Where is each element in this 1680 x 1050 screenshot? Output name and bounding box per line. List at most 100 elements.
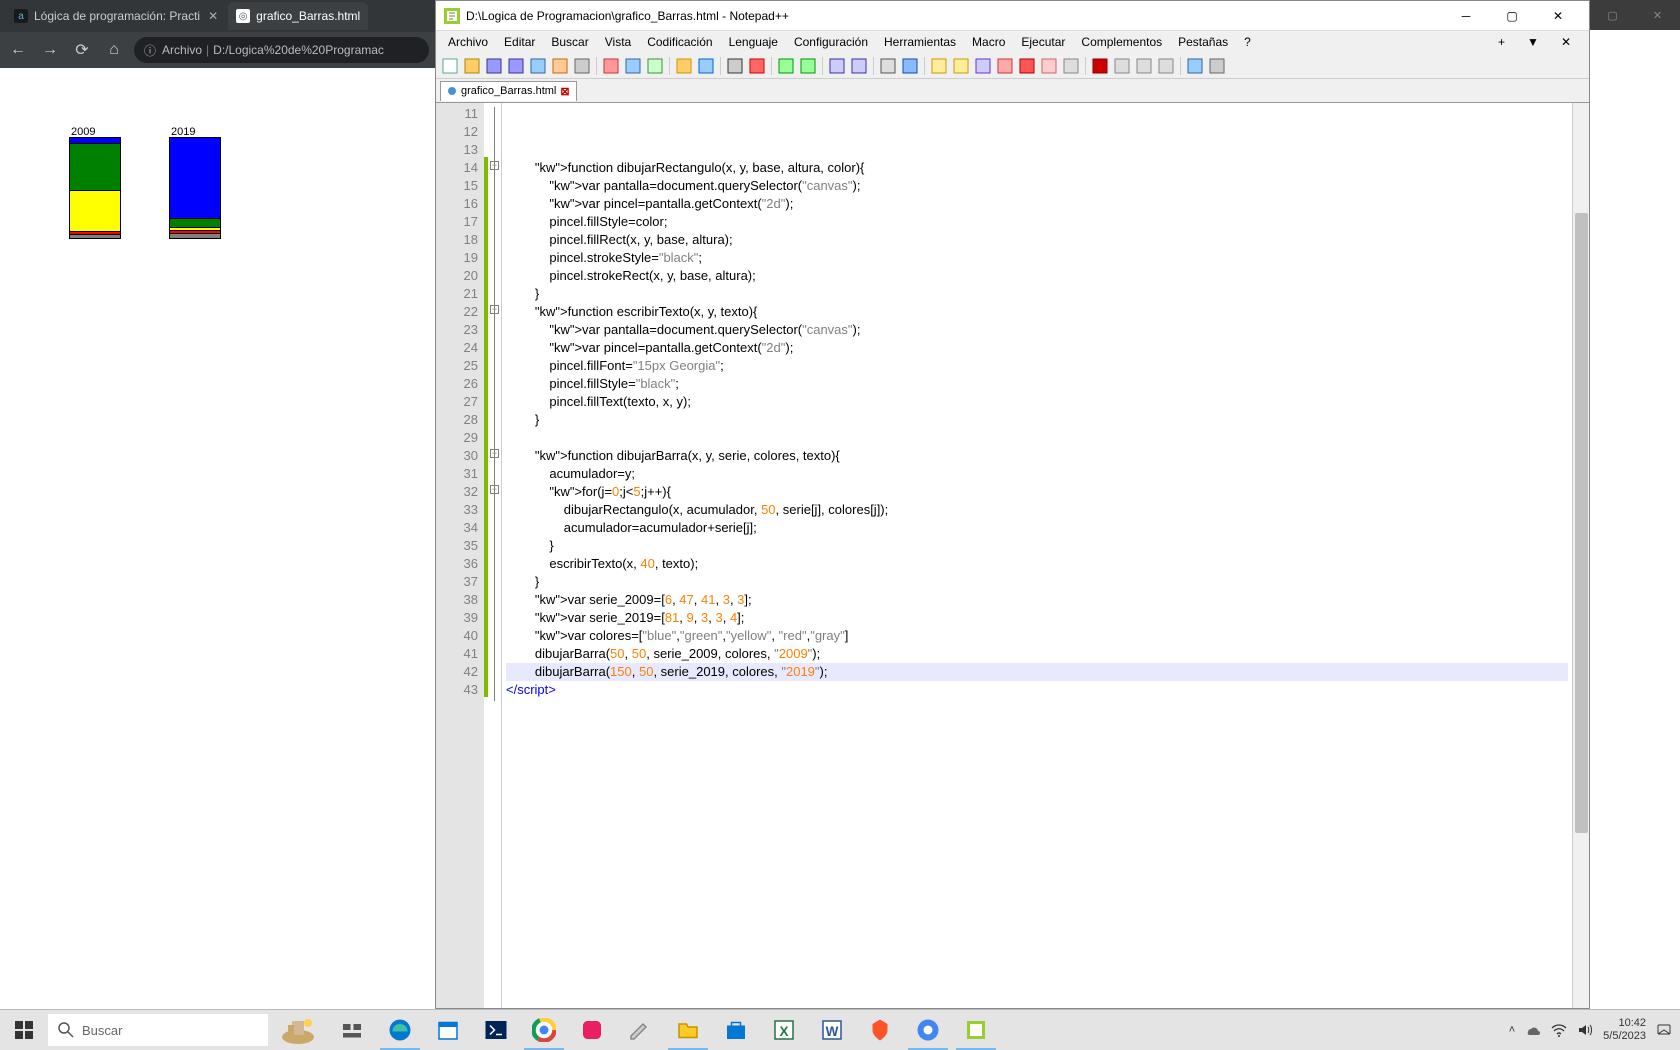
clock[interactable]: 10:42 5/5/2023 <box>1603 1017 1646 1043</box>
bg-maximize-button[interactable]: ▢ <box>1590 0 1635 30</box>
toolbar-button-0[interactable] <box>440 56 460 76</box>
toolbar-button-32[interactable] <box>1039 56 1059 76</box>
pen-icon[interactable] <box>616 1010 664 1050</box>
browser-toolbar: ← → ⟳ ⌂ ⓘ Archivo | D:/Logica%20de%20Pro… <box>0 32 435 68</box>
toolbar-button-1[interactable] <box>462 56 482 76</box>
minimize-button[interactable]: ─ <box>1443 2 1489 30</box>
bar-segment <box>170 234 220 238</box>
menu-plus-button[interactable]: + <box>1490 33 1513 51</box>
bg-close-button[interactable]: ✕ <box>1635 0 1680 30</box>
menu-lenguaje[interactable]: Lenguaje <box>721 33 786 51</box>
menu-?[interactable]: ? <box>1236 33 1259 51</box>
search-placeholder: Buscar <box>82 1023 122 1038</box>
toolbar-button-40[interactable] <box>1185 56 1205 76</box>
menu-ejecutar[interactable]: Ejecutar <box>1013 33 1073 51</box>
tray-chevron-icon[interactable]: ˄ <box>1509 1024 1515 1036</box>
menu-vista[interactable]: Vista <box>597 33 639 51</box>
toolbar-button-9[interactable] <box>623 56 643 76</box>
menu-archivo[interactable]: Archivo <box>440 33 496 51</box>
toolbar-button-36[interactable] <box>1112 56 1132 76</box>
task-view-icon[interactable] <box>328 1010 376 1050</box>
menu-codificación[interactable]: Codificación <box>639 33 720 51</box>
toolbar-button-33[interactable] <box>1061 56 1081 76</box>
toolbar-button-24[interactable] <box>878 56 898 76</box>
file-tab-close-icon[interactable]: ⊠ <box>560 85 569 98</box>
menu-configuración[interactable]: Configuración <box>786 33 876 51</box>
explorer-icon[interactable] <box>664 1010 712 1050</box>
volume-icon[interactable] <box>1577 1022 1593 1038</box>
code-area[interactable]: "kw">function dibujarRectangulo(x, y, ba… <box>502 103 1572 1008</box>
browser-tab-2[interactable]: ◎ grafico_Barras.html <box>228 2 368 30</box>
onedrive-icon[interactable] <box>1525 1022 1541 1038</box>
address-bar[interactable]: ⓘ Archivo | D:/Logica%20de%20Programac <box>134 37 429 63</box>
menu-herramientas[interactable]: Herramientas <box>876 33 964 51</box>
menu-editar[interactable]: Editar <box>496 33 543 51</box>
toolbar-button-5[interactable] <box>550 56 570 76</box>
time-text: 10:42 <box>1603 1017 1646 1030</box>
toolbar-button-13[interactable] <box>696 56 716 76</box>
toolbar-button-15[interactable] <box>725 56 745 76</box>
toolbar-button-21[interactable] <box>827 56 847 76</box>
store-icon[interactable] <box>712 1010 760 1050</box>
browser-tab-1[interactable]: a Lógica de programación: Practi ✕ <box>6 2 226 30</box>
svg-text:W: W <box>826 1024 839 1039</box>
vertical-scrollbar[interactable] <box>1572 103 1589 1008</box>
edge-icon[interactable] <box>376 1010 424 1050</box>
toolbar-button-30[interactable] <box>995 56 1015 76</box>
menu-buscar[interactable]: Buscar <box>543 33 596 51</box>
toolbar-button-8[interactable] <box>601 56 621 76</box>
toolbar-button-16[interactable] <box>747 56 767 76</box>
close-button[interactable]: ✕ <box>1535 2 1581 30</box>
menu-close-button[interactable]: ✕ <box>1553 33 1579 51</box>
toolbar-separator <box>1180 57 1181 75</box>
chrome-icon[interactable] <box>520 1010 568 1050</box>
toolbar-button-10[interactable] <box>645 56 665 76</box>
taskbar-search[interactable]: Buscar <box>48 1014 268 1046</box>
app-pink-icon[interactable] <box>568 1010 616 1050</box>
toolbar-button-22[interactable] <box>849 56 869 76</box>
brave-icon[interactable] <box>856 1010 904 1050</box>
toolbar-button-19[interactable] <box>798 56 818 76</box>
tab-close-icon[interactable]: ✕ <box>208 9 218 23</box>
notifications-icon[interactable] <box>1656 1022 1672 1038</box>
editor: 1112131415161718192021222324252627282930… <box>436 103 1589 1008</box>
toolbar-button-6[interactable] <box>572 56 592 76</box>
toolbar-separator <box>771 57 772 75</box>
notepadpp-icon[interactable] <box>952 1010 1000 1050</box>
toolbar-separator <box>822 57 823 75</box>
menu-macro[interactable]: Macro <box>964 33 1013 51</box>
word-icon[interactable]: W <box>808 1010 856 1050</box>
home-button[interactable]: ⌂ <box>102 38 126 62</box>
weather-widget[interactable] <box>268 1010 328 1050</box>
scrollbar-thumb[interactable] <box>1575 213 1588 833</box>
menu-pestañas[interactable]: Pestañas <box>1170 33 1236 51</box>
wifi-icon[interactable] <box>1551 1022 1567 1038</box>
browser-tab-strip: a Lógica de programación: Practi ✕ ◎ gra… <box>0 0 435 32</box>
menu-complementos[interactable]: Complementos <box>1073 33 1170 51</box>
menu-dropdown-button[interactable]: ▼ <box>1519 33 1547 51</box>
toolbar-button-3[interactable] <box>506 56 526 76</box>
calendar-icon[interactable] <box>424 1010 472 1050</box>
excel-icon[interactable]: X <box>760 1010 808 1050</box>
toolbar-button-38[interactable] <box>1156 56 1176 76</box>
toolbar-button-12[interactable] <box>674 56 694 76</box>
chrome2-icon[interactable] <box>904 1010 952 1050</box>
toolbar-button-41[interactable] <box>1207 56 1227 76</box>
toolbar-button-2[interactable] <box>484 56 504 76</box>
toolbar-button-18[interactable] <box>776 56 796 76</box>
toolbar-button-25[interactable] <box>900 56 920 76</box>
toolbar-button-35[interactable] <box>1090 56 1110 76</box>
toolbar-button-4[interactable] <box>528 56 548 76</box>
toolbar-button-29[interactable] <box>973 56 993 76</box>
toolbar-button-28[interactable] <box>951 56 971 76</box>
toolbar-button-31[interactable] <box>1017 56 1037 76</box>
file-tab[interactable]: grafico_Barras.html ⊠ <box>440 81 577 101</box>
reload-button[interactable]: ⟳ <box>70 38 94 62</box>
toolbar-button-37[interactable] <box>1134 56 1154 76</box>
start-button[interactable] <box>0 1010 48 1050</box>
back-button[interactable]: ← <box>6 38 30 62</box>
maximize-button[interactable]: ▢ <box>1489 2 1535 30</box>
toolbar-button-27[interactable] <box>929 56 949 76</box>
powershell-icon[interactable] <box>472 1010 520 1050</box>
forward-button[interactable]: → <box>38 38 62 62</box>
